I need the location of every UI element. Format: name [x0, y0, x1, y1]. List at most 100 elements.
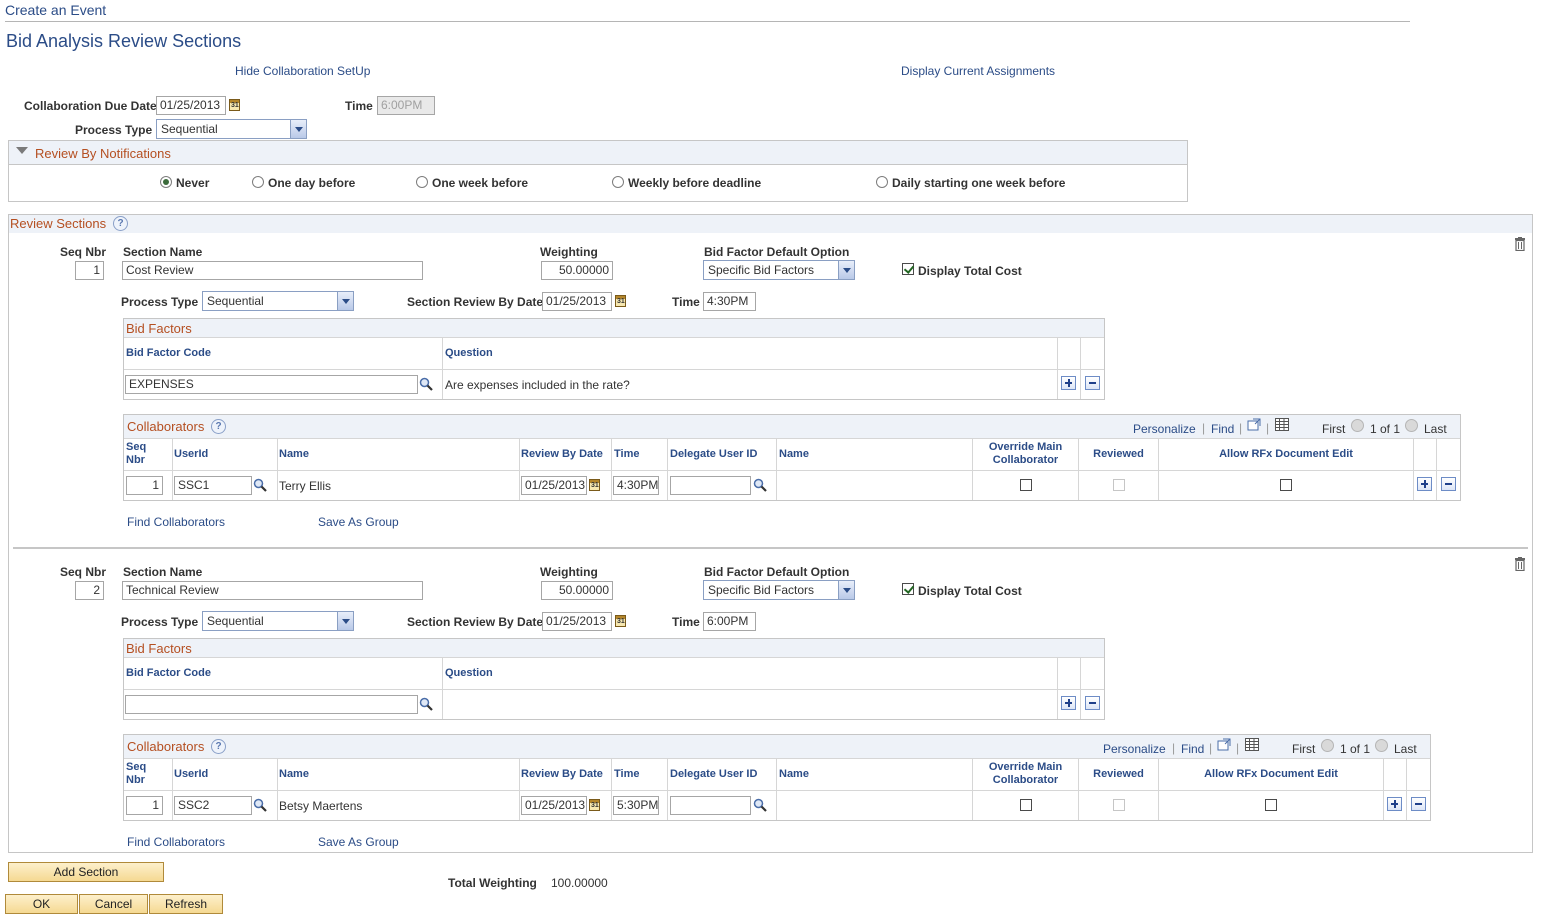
bid-factor-code-input[interactable]: EXPENSES — [125, 375, 418, 394]
trash-icon[interactable] — [1514, 237, 1526, 251]
bid-factor-default-select[interactable]: Specific Bid Factors — [703, 580, 855, 600]
find-link[interactable]: Find — [1181, 742, 1204, 756]
allow-rfx-edit-checkbox[interactable] — [1280, 479, 1292, 491]
section-process-type-select[interactable]: Sequential — [202, 611, 354, 631]
seq-nbr-input[interactable]: 1 — [75, 261, 104, 280]
bid-factor-code-input[interactable] — [125, 695, 418, 714]
calendar-icon[interactable] — [589, 799, 600, 811]
download-grid-icon[interactable] — [1245, 738, 1259, 751]
download-grid-icon[interactable] — [1275, 418, 1289, 431]
bid-factors-header — [124, 639, 1104, 658]
search-icon[interactable] — [753, 478, 767, 492]
section-separator — [13, 547, 1528, 549]
radio-one-week-before[interactable] — [416, 176, 428, 188]
collab-seq-input[interactable]: 1 — [126, 476, 163, 495]
collab-due-date-input[interactable]: 01/25/2013 — [156, 96, 226, 115]
seq-nbr-input[interactable]: 2 — [75, 581, 104, 600]
previous-arrow-icon — [1351, 419, 1364, 432]
notifications-header[interactable] — [9, 141, 1187, 165]
section-time-input[interactable]: 4:30PM — [703, 292, 756, 311]
section-time-input[interactable]: 6:00PM — [703, 612, 756, 631]
grid-divider — [667, 439, 668, 500]
add-row-button[interactable] — [1061, 696, 1076, 710]
view-all-icon[interactable] — [1247, 418, 1261, 431]
reviewed-checkbox — [1113, 799, 1125, 811]
display-total-cost-checkbox[interactable] — [902, 583, 914, 595]
search-icon[interactable] — [753, 798, 767, 812]
bid-factor-default-label: Bid Factor Default Option — [704, 245, 849, 259]
collab-name: Terry Ellis — [279, 479, 331, 493]
trash-icon[interactable] — [1514, 557, 1526, 571]
delegate-user-id-input[interactable] — [670, 476, 751, 495]
process-type-select[interactable]: Sequential — [156, 119, 307, 139]
add-section-button[interactable]: Add Section — [8, 862, 164, 882]
help-icon[interactable]: ? — [113, 216, 128, 231]
section-review-by-date-input[interactable]: 01/25/2013 — [542, 612, 612, 631]
collapse-triangle-icon[interactable] — [16, 147, 28, 154]
section-review-by-date-input[interactable]: 01/25/2013 — [542, 292, 612, 311]
find-collaborators-link[interactable]: Find Collaborators — [127, 515, 225, 529]
help-icon[interactable]: ? — [211, 419, 226, 434]
add-row-button[interactable] — [1417, 477, 1432, 491]
first-label: First — [1292, 742, 1315, 756]
radio-daily-starting-one-week[interactable] — [876, 176, 888, 188]
calendar-icon[interactable] — [229, 99, 240, 111]
view-all-icon[interactable] — [1217, 738, 1231, 751]
override-main-collaborator-checkbox[interactable] — [1020, 479, 1032, 491]
display-total-cost-checkbox[interactable] — [902, 263, 914, 275]
collab-review-by-date-input[interactable]: 01/25/2013 — [521, 476, 587, 495]
col-delegate-name-header: Name — [779, 448, 809, 460]
section-name-label: Section Name — [123, 245, 202, 259]
delete-row-button[interactable] — [1411, 797, 1426, 811]
total-weighting-value: 100.00000 — [551, 876, 608, 890]
hide-collaboration-setup-link[interactable]: Hide Collaboration SetUp — [235, 64, 370, 78]
collab-userid-input[interactable]: SSC2 — [174, 796, 252, 815]
search-icon[interactable] — [253, 798, 267, 812]
display-current-assignments-link[interactable]: Display Current Assignments — [901, 64, 1055, 78]
collab-time-input[interactable]: 4:30PM — [613, 476, 659, 495]
pipe-divider: | — [1172, 741, 1175, 755]
grid-divider — [124, 470, 1460, 471]
radio-weekly-before-deadline[interactable] — [612, 176, 624, 188]
weighting-input[interactable]: 50.00000 — [541, 581, 613, 600]
collab-userid-input[interactable]: SSC1 — [174, 476, 252, 495]
override-main-collaborator-checkbox[interactable] — [1020, 799, 1032, 811]
radio-one-day-before[interactable] — [252, 176, 264, 188]
radio-never[interactable] — [160, 176, 172, 188]
find-collaborators-link[interactable]: Find Collaborators — [127, 835, 225, 849]
search-icon[interactable] — [419, 697, 433, 711]
bid-factor-default-select[interactable]: Specific Bid Factors — [703, 260, 855, 280]
personalize-link[interactable]: Personalize — [1103, 742, 1166, 756]
search-icon[interactable] — [253, 478, 267, 492]
search-icon[interactable] — [419, 377, 433, 391]
refresh-button[interactable]: Refresh — [149, 894, 223, 914]
add-row-button[interactable] — [1387, 797, 1402, 811]
delegate-user-id-input[interactable] — [670, 796, 751, 815]
personalize-link[interactable]: Personalize — [1133, 422, 1196, 436]
calendar-icon[interactable] — [615, 295, 626, 307]
save-as-group-link[interactable]: Save As Group — [318, 835, 399, 849]
find-link[interactable]: Find — [1211, 422, 1234, 436]
cancel-button[interactable]: Cancel — [79, 894, 148, 914]
delete-row-button[interactable] — [1085, 696, 1100, 710]
delete-row-button[interactable] — [1441, 477, 1456, 491]
collab-review-by-date-input[interactable]: 01/25/2013 — [521, 796, 587, 815]
display-total-cost-label: Display Total Cost — [918, 584, 1022, 598]
col-review-by-date-header: Review By Date — [521, 448, 603, 460]
calendar-icon[interactable] — [615, 615, 626, 627]
weighting-input[interactable]: 50.00000 — [541, 261, 613, 280]
collab-seq-input[interactable]: 1 — [126, 796, 163, 815]
allow-rfx-edit-checkbox[interactable] — [1265, 799, 1277, 811]
section-name-input[interactable]: Technical Review — [122, 581, 423, 600]
grid-divider — [519, 439, 520, 500]
collab-time-input[interactable]: 5:30PM — [613, 796, 659, 815]
add-row-button[interactable] — [1061, 376, 1076, 390]
section-process-type-select[interactable]: Sequential — [202, 291, 354, 311]
delete-row-button[interactable] — [1085, 376, 1100, 390]
save-as-group-link[interactable]: Save As Group — [318, 515, 399, 529]
grid-divider — [1413, 439, 1414, 500]
ok-button[interactable]: OK — [5, 894, 78, 914]
calendar-icon[interactable] — [589, 479, 600, 491]
help-icon[interactable]: ? — [211, 739, 226, 754]
section-name-input[interactable]: Cost Review — [122, 261, 423, 280]
